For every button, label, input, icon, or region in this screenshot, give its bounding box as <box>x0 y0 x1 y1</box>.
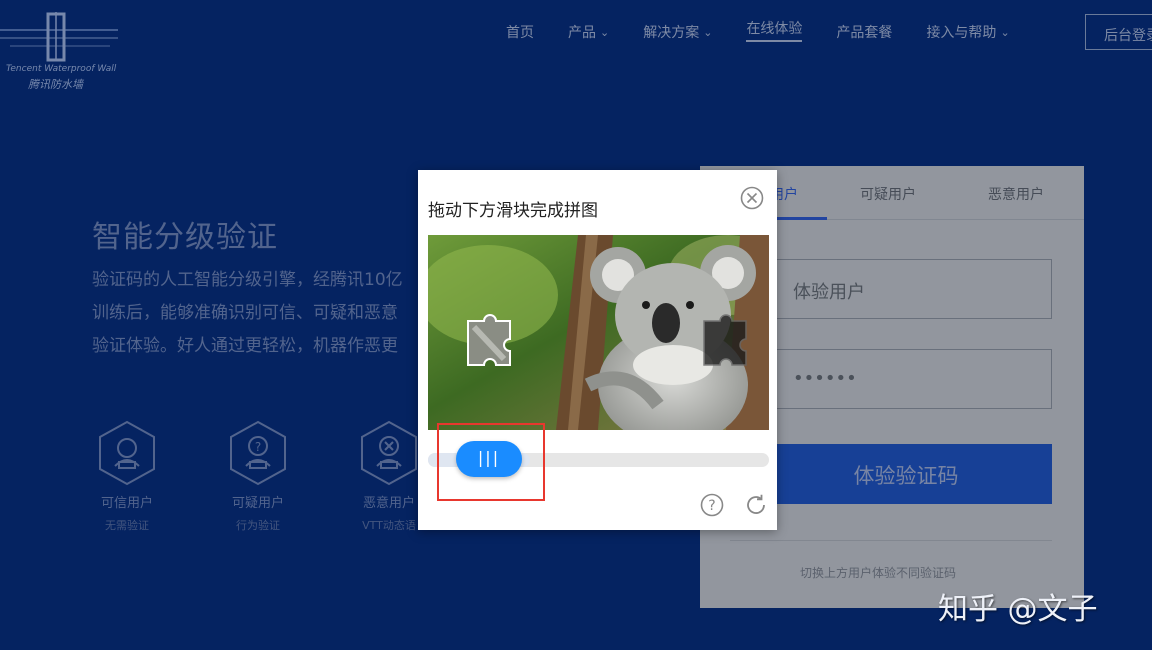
user-type-title: 恶意用户 <box>362 496 415 511</box>
nav-item-2[interactable]: 解决方案 ⌄ <box>643 22 712 42</box>
slider-highlight-annotation <box>437 423 545 501</box>
tencent-logo[interactable]: Tencent Waterproof Wall 腾讯防水墙 <box>0 8 120 91</box>
nav-item-label: 首页 <box>506 25 534 41</box>
user-type-malicious: 恶意用户 VTT动态语 <box>349 420 429 533</box>
user-type-title: 可信用户 <box>100 496 153 511</box>
nav-item-0[interactable]: 首页 <box>506 22 534 42</box>
page-background: Tencent Waterproof Wall 腾讯防水墙 首页 产品 ⌄ 解决方案 ⌄… <box>0 0 1152 650</box>
chevron-down-icon: ⌄ <box>600 25 610 39</box>
wall-logo-icon <box>0 12 118 62</box>
username-field[interactable]: 体验用户 <box>760 259 1052 319</box>
backend-login-button[interactable]: 后台登录 <box>1085 14 1152 50</box>
tab-malicious-user[interactable]: 恶意用户 <box>988 184 1044 204</box>
nav-item-3[interactable]: 在线体验 <box>746 21 803 42</box>
koala-puzzle-image <box>428 235 769 430</box>
hero-line: 训练后，能够准确识别可信、可疑和恶意 <box>92 303 398 323</box>
chevron-down-icon: ⌄ <box>1000 25 1010 39</box>
try-captcha-button[interactable]: 体验验证码 <box>760 444 1052 504</box>
svg-text:?: ? <box>255 440 261 454</box>
nav-item-label: 在线体验 <box>746 21 803 37</box>
logo-chinese-text: 腾讯防水墙 <box>28 78 83 91</box>
password-field[interactable]: •••••• <box>760 349 1052 409</box>
nav-item-label: 接入与帮助 <box>926 25 997 41</box>
question-person-icon: ? <box>230 420 286 486</box>
user-type-suspicious: ? 可疑用户 行为验证 <box>218 420 298 533</box>
nav-item-1[interactable]: 产品 ⌄ <box>568 22 609 42</box>
nav-item-label: 产品套餐 <box>836 25 893 41</box>
help-icon[interactable]: ? <box>700 493 724 517</box>
user-type-sub: 无需验证 <box>105 519 149 532</box>
tab-suspicious-user[interactable]: 可疑用户 <box>860 184 916 204</box>
hero-description: 验证码的人工智能分级引擎，经腾讯10亿 训练后，能够准确识别可信、可疑和恶意 验… <box>92 264 432 363</box>
nav-item-4[interactable]: 产品套餐 <box>836 22 892 42</box>
user-type-sub: VTT动态语 <box>362 519 416 532</box>
user-type-sub: 行为验证 <box>236 519 280 532</box>
chevron-down-icon: ⌄ <box>703 25 713 39</box>
hero-line: 验证体验。好人通过更轻松，机器作恶更 <box>92 336 398 356</box>
svg-text:?: ? <box>708 498 715 514</box>
close-icon[interactable] <box>740 186 764 210</box>
person-icon <box>99 420 155 486</box>
nav-item-5[interactable]: 接入与帮助 ⌄ <box>926 22 1009 42</box>
user-type-title: 可疑用户 <box>231 496 284 511</box>
main-nav: 首页 产品 ⌄ 解决方案 ⌄ 在线体验 产品套餐 接入与帮助 ⌄ <box>506 21 1044 42</box>
zhihu-watermark: 知乎 @文子 <box>938 592 1098 627</box>
logo-english-text: Tencent Waterproof Wall <box>6 64 117 74</box>
switch-hint: 切换上方用户体验不同验证码 <box>800 566 957 580</box>
captcha-title: 拖动下方滑块完成拼图 <box>428 201 598 221</box>
nav-item-label: 产品 <box>568 25 596 41</box>
hero-line: 验证码的人工智能分级引擎，经腾讯10亿 <box>92 270 403 290</box>
user-type-trusted: 可信用户 无需验证 <box>87 420 167 533</box>
card-divider <box>730 540 1052 541</box>
nav-item-label: 解决方案 <box>643 25 700 41</box>
x-person-icon <box>361 420 417 486</box>
hero-title: 智能分级验证 <box>92 220 278 255</box>
refresh-icon[interactable] <box>744 493 768 517</box>
